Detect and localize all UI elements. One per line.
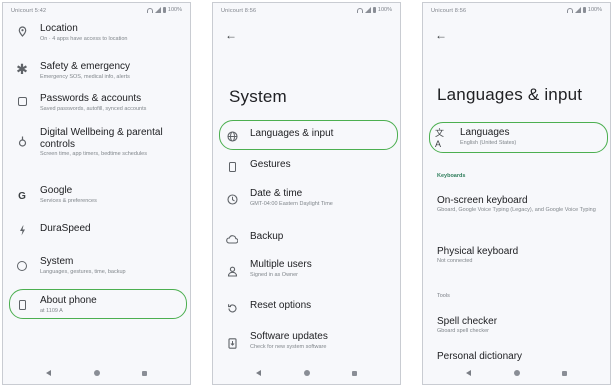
navigation-bar <box>213 362 400 384</box>
battery-level: 100% <box>587 7 602 13</box>
nav-recents-icon[interactable] <box>562 370 568 376</box>
system-item-gestures[interactable]: Gestures <box>213 153 400 180</box>
spell-checker-item[interactable]: Spell checker Gboard spell checker <box>437 316 604 334</box>
status-bar: Unicourt 5:42 100% <box>3 3 190 17</box>
reset-icon <box>225 301 239 315</box>
duraspeed-icon <box>15 223 29 237</box>
system-item-backup[interactable]: Backup <box>213 223 400 255</box>
status-clock: Unicourt 8:56 <box>431 8 467 14</box>
arrow-back-icon[interactable]: ← <box>435 29 447 41</box>
status-bar: Unicourt 8:56 100% <box>213 3 400 17</box>
battery-icon <box>162 7 166 13</box>
settings-item-about-phone[interactable]: About phone at 1109 A <box>3 291 190 321</box>
update-icon <box>225 336 239 350</box>
system-item-software-updates[interactable]: Software updates Check for new system sof… <box>213 329 400 363</box>
status-clock: Unicourt 8:56 <box>221 8 257 14</box>
nav-back-icon[interactable] <box>465 370 471 376</box>
google-icon: G <box>18 190 26 202</box>
battery-level: 100% <box>167 7 182 13</box>
clock-icon <box>225 192 239 206</box>
system-item-multiple-users[interactable]: Multiple users Signed in as Owner <box>213 255 400 295</box>
system-item-languages[interactable]: Languages & input <box>213 121 400 153</box>
wellbeing-icon <box>15 135 29 149</box>
battery-level: 100% <box>377 7 392 13</box>
system-list: Languages & input Gestures Date & time GM… <box>213 121 400 363</box>
navigation-bar <box>423 362 610 384</box>
phone-screen-system: Unicourt 8:56 100% ← System Languages & … <box>212 2 401 385</box>
nav-recents-icon[interactable] <box>142 370 148 376</box>
translate-icon: 文A <box>435 127 445 149</box>
system-item-reset-options[interactable]: Reset options <box>213 295 400 329</box>
wifi-icon <box>356 7 363 13</box>
system-item-date-time[interactable]: Date & time GMT-04:00 Eastern Daylight Ti… <box>213 180 400 223</box>
settings-item-digital-wellbeing[interactable]: Digital Wellbeing & parental controls Scr… <box>3 125 190 181</box>
arrow-back-icon[interactable]: ← <box>225 29 237 41</box>
settings-item-location[interactable]: Location On · 4 apps have access to locat… <box>3 23 190 53</box>
cloud-icon <box>225 232 239 246</box>
users-icon <box>225 264 239 278</box>
onscreen-keyboard-item[interactable]: On-screen keyboard Gboard, Google Voice … <box>437 195 604 214</box>
phone-screen-languages-input: Unicourt 8:56 100% ← Languages & input 文… <box>422 2 611 385</box>
info-icon <box>15 259 29 273</box>
globe-icon <box>225 129 239 143</box>
page-title: Languages & input <box>437 85 583 104</box>
wifi-icon <box>146 7 153 13</box>
languages-item[interactable]: 文A Languages English (United States) <box>423 127 610 155</box>
section-header-keyboards: Keyboards <box>437 173 466 179</box>
navigation-bar <box>3 362 190 384</box>
account-box-icon <box>15 94 29 108</box>
gestures-icon <box>225 160 239 174</box>
phone-icon <box>15 298 29 312</box>
settings-item-system[interactable]: System Languages, gestures, time, backup <box>3 249 190 291</box>
status-bar: Unicourt 8:56 100% <box>423 3 610 17</box>
battery-icon <box>582 7 586 13</box>
signal-icon <box>154 7 161 13</box>
nav-back-icon[interactable] <box>255 370 261 376</box>
settings-item-safety[interactable]: ✱ Safety & emergency Emergency SOS, medic… <box>3 53 190 91</box>
settings-item-duraspeed[interactable]: DuraSpeed <box>3 215 190 249</box>
nav-home-icon[interactable] <box>303 370 310 376</box>
nav-back-icon[interactable] <box>45 370 51 376</box>
settings-item-passwords[interactable]: Passwords & accounts Saved passwords, aut… <box>3 91 190 125</box>
section-header-tools: Tools <box>437 293 450 299</box>
nav-recents-icon[interactable] <box>352 370 358 376</box>
location-pin-icon <box>15 24 29 38</box>
asterisk-icon: ✱ <box>16 60 28 77</box>
signal-icon <box>574 7 581 13</box>
physical-keyboard-item[interactable]: Physical keyboard Not connected <box>437 246 604 264</box>
settings-item-google[interactable]: G Google Services & preferences <box>3 181 190 215</box>
signal-icon <box>364 7 371 13</box>
personal-dictionary-item[interactable]: Personal dictionary <box>437 351 604 362</box>
settings-list: Location On · 4 apps have access to locat… <box>3 23 190 321</box>
wifi-icon <box>566 7 573 13</box>
page-title: System <box>229 87 287 106</box>
status-clock: Unicourt 5:42 <box>11 8 47 14</box>
nav-home-icon[interactable] <box>93 370 100 376</box>
phone-screen-settings: Unicourt 5:42 100% Location On · 4 apps h… <box>2 2 191 385</box>
battery-icon <box>372 7 376 13</box>
nav-home-icon[interactable] <box>513 370 520 376</box>
